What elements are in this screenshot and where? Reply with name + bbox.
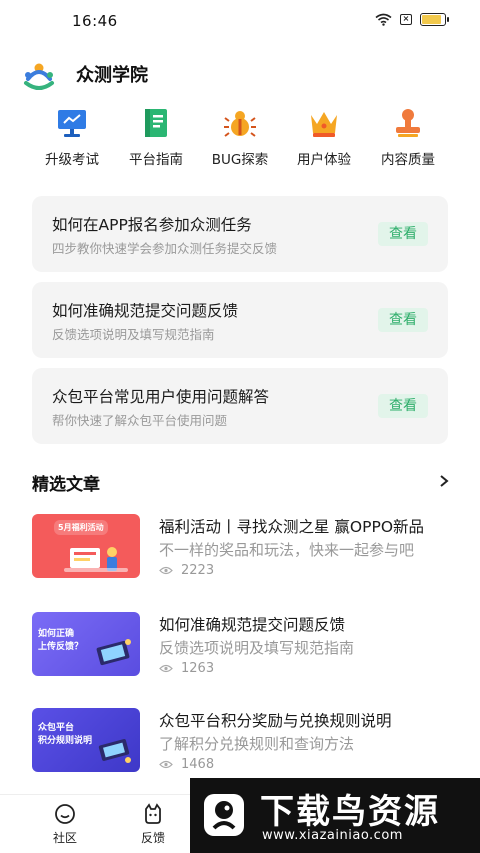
view-button[interactable]: 查看 bbox=[378, 394, 428, 418]
article-title: 如何准确规范提交问题反馈 bbox=[159, 616, 346, 634]
stamp-icon bbox=[396, 109, 420, 137]
eye-icon bbox=[159, 760, 173, 769]
quick-item-guide[interactable]: 平台指南 bbox=[114, 106, 198, 168]
phone-illustration-icon bbox=[98, 739, 131, 763]
sim-off-icon: × bbox=[400, 14, 412, 25]
bird-logo-icon bbox=[204, 794, 244, 836]
article-thumbnail: 众包平台 积分规则说明 bbox=[32, 708, 140, 772]
phone-illustration-icon bbox=[96, 639, 131, 666]
article-title: 福利活动丨寻找众测之星 赢OPPO新品 bbox=[159, 518, 425, 536]
quick-menu: 升级考试 平台指南 BUG探索 用户体验 内容质量 bbox=[30, 106, 450, 168]
view-count: 1263 bbox=[181, 661, 215, 676]
crown-icon bbox=[311, 112, 337, 137]
guide-desc: 帮你快速了解众包平台使用问题 bbox=[52, 413, 228, 428]
quick-label: 用户体验 bbox=[297, 152, 351, 168]
view-count: 2223 bbox=[181, 563, 215, 578]
view-button[interactable]: 查看 bbox=[378, 222, 428, 246]
watermark-url: www.xiazainiao.com bbox=[262, 828, 403, 843]
view-count: 1468 bbox=[181, 757, 215, 772]
guide-card-faq[interactable]: 众包平台常见用户使用问题解答 帮你快速了解众包平台使用问题 查看 bbox=[32, 368, 448, 444]
tab-feedback[interactable]: 反馈 bbox=[123, 803, 183, 846]
guide-card-signup[interactable]: 如何在APP报名参加众测任务 四步教你快速学会参加众测任务提交反馈 查看 bbox=[32, 196, 448, 272]
app-header: 众测学院 bbox=[22, 56, 148, 92]
eye-icon bbox=[159, 664, 173, 673]
article-item[interactable]: 5月福利活动 福利活动丨寻找众测之星 赢OPPO新品 不一样的奖品和玩法，快来一… bbox=[32, 514, 452, 580]
article-item[interactable]: 众包平台 积分规则说明 众包平台积分奖励与兑换规则说明 了解积分兑换规则和查询方… bbox=[32, 708, 452, 774]
tab-label: 反馈 bbox=[140, 831, 165, 845]
guide-title: 如何准确规范提交问题反馈 bbox=[52, 302, 239, 320]
article-views: 1468 bbox=[159, 757, 214, 772]
community-icon bbox=[55, 804, 75, 824]
thumbnail-caption: 众包平台 积分规则说明 bbox=[38, 723, 93, 746]
quick-label: 平台指南 bbox=[129, 152, 183, 168]
guide-title: 众包平台常见用户使用问题解答 bbox=[52, 388, 270, 406]
wifi-icon bbox=[375, 13, 392, 26]
guide-book-icon bbox=[145, 109, 167, 137]
guide-title: 如何在APP报名参加众测任务 bbox=[52, 216, 252, 234]
article-views: 1263 bbox=[159, 661, 214, 676]
article-views: 2223 bbox=[159, 563, 214, 578]
view-button[interactable]: 查看 bbox=[378, 308, 428, 332]
article-desc: 了解积分兑换规则和查询方法 bbox=[159, 735, 355, 753]
eye-icon bbox=[159, 566, 173, 575]
section-title: 精选文章 bbox=[32, 475, 100, 495]
quick-item-exam[interactable]: 升级考试 bbox=[30, 106, 114, 168]
watermark-title: 下载鸟资源 bbox=[260, 792, 440, 832]
quick-item-ux[interactable]: 用户体验 bbox=[282, 106, 366, 168]
quick-item-quality[interactable]: 内容质量 bbox=[366, 106, 450, 168]
chevron-right-icon[interactable] bbox=[438, 474, 450, 488]
article-thumbnail: 5月福利活动 bbox=[32, 514, 140, 578]
watermark-banner: 下载鸟资源 www.xiazainiao.com bbox=[190, 778, 480, 853]
guide-card-feedback[interactable]: 如何准确规范提交问题反馈 反馈选项说明及填写规范指南 查看 bbox=[32, 282, 448, 358]
promo-illustration-icon bbox=[64, 547, 128, 572]
article-desc: 不一样的奖品和玩法，快来一起参与吧 bbox=[159, 541, 415, 559]
guide-desc: 反馈选项说明及填写规范指南 bbox=[52, 327, 215, 342]
status-icons: × bbox=[375, 13, 449, 26]
tab-community[interactable]: 社区 bbox=[35, 803, 95, 846]
battery-icon bbox=[420, 13, 449, 26]
battery-level bbox=[422, 15, 441, 24]
article-item[interactable]: 如何正确 上传反馈？ 如何准确规范提交问题反馈 反馈选项说明及填写规范指南 12… bbox=[32, 612, 452, 678]
thumbnail-caption: 5月福利活动 bbox=[54, 520, 108, 535]
tab-label: 社区 bbox=[52, 831, 77, 845]
article-thumbnail: 如何正确 上传反馈？ bbox=[32, 612, 140, 676]
monitor-chart-icon bbox=[58, 110, 86, 137]
quick-label: 升级考试 bbox=[45, 152, 99, 168]
status-time: 16:46 bbox=[72, 12, 118, 30]
status-bar: 16:46 × bbox=[0, 0, 480, 40]
quick-item-bug[interactable]: BUG探索 bbox=[198, 106, 282, 168]
academy-logo-icon bbox=[24, 63, 54, 90]
quick-label: BUG探索 bbox=[211, 152, 269, 168]
article-desc: 反馈选项说明及填写规范指南 bbox=[159, 639, 355, 657]
article-title: 众包平台积分奖励与兑换规则说明 bbox=[159, 712, 392, 730]
bug-icon bbox=[224, 111, 256, 137]
quick-label: 内容质量 bbox=[381, 152, 435, 168]
thumbnail-caption: 如何正确 上传反馈？ bbox=[38, 629, 84, 652]
guide-desc: 四步教你快速学会参加众测任务提交反馈 bbox=[52, 241, 278, 256]
page-title: 众测学院 bbox=[76, 65, 148, 86]
feedback-icon bbox=[145, 803, 161, 824]
